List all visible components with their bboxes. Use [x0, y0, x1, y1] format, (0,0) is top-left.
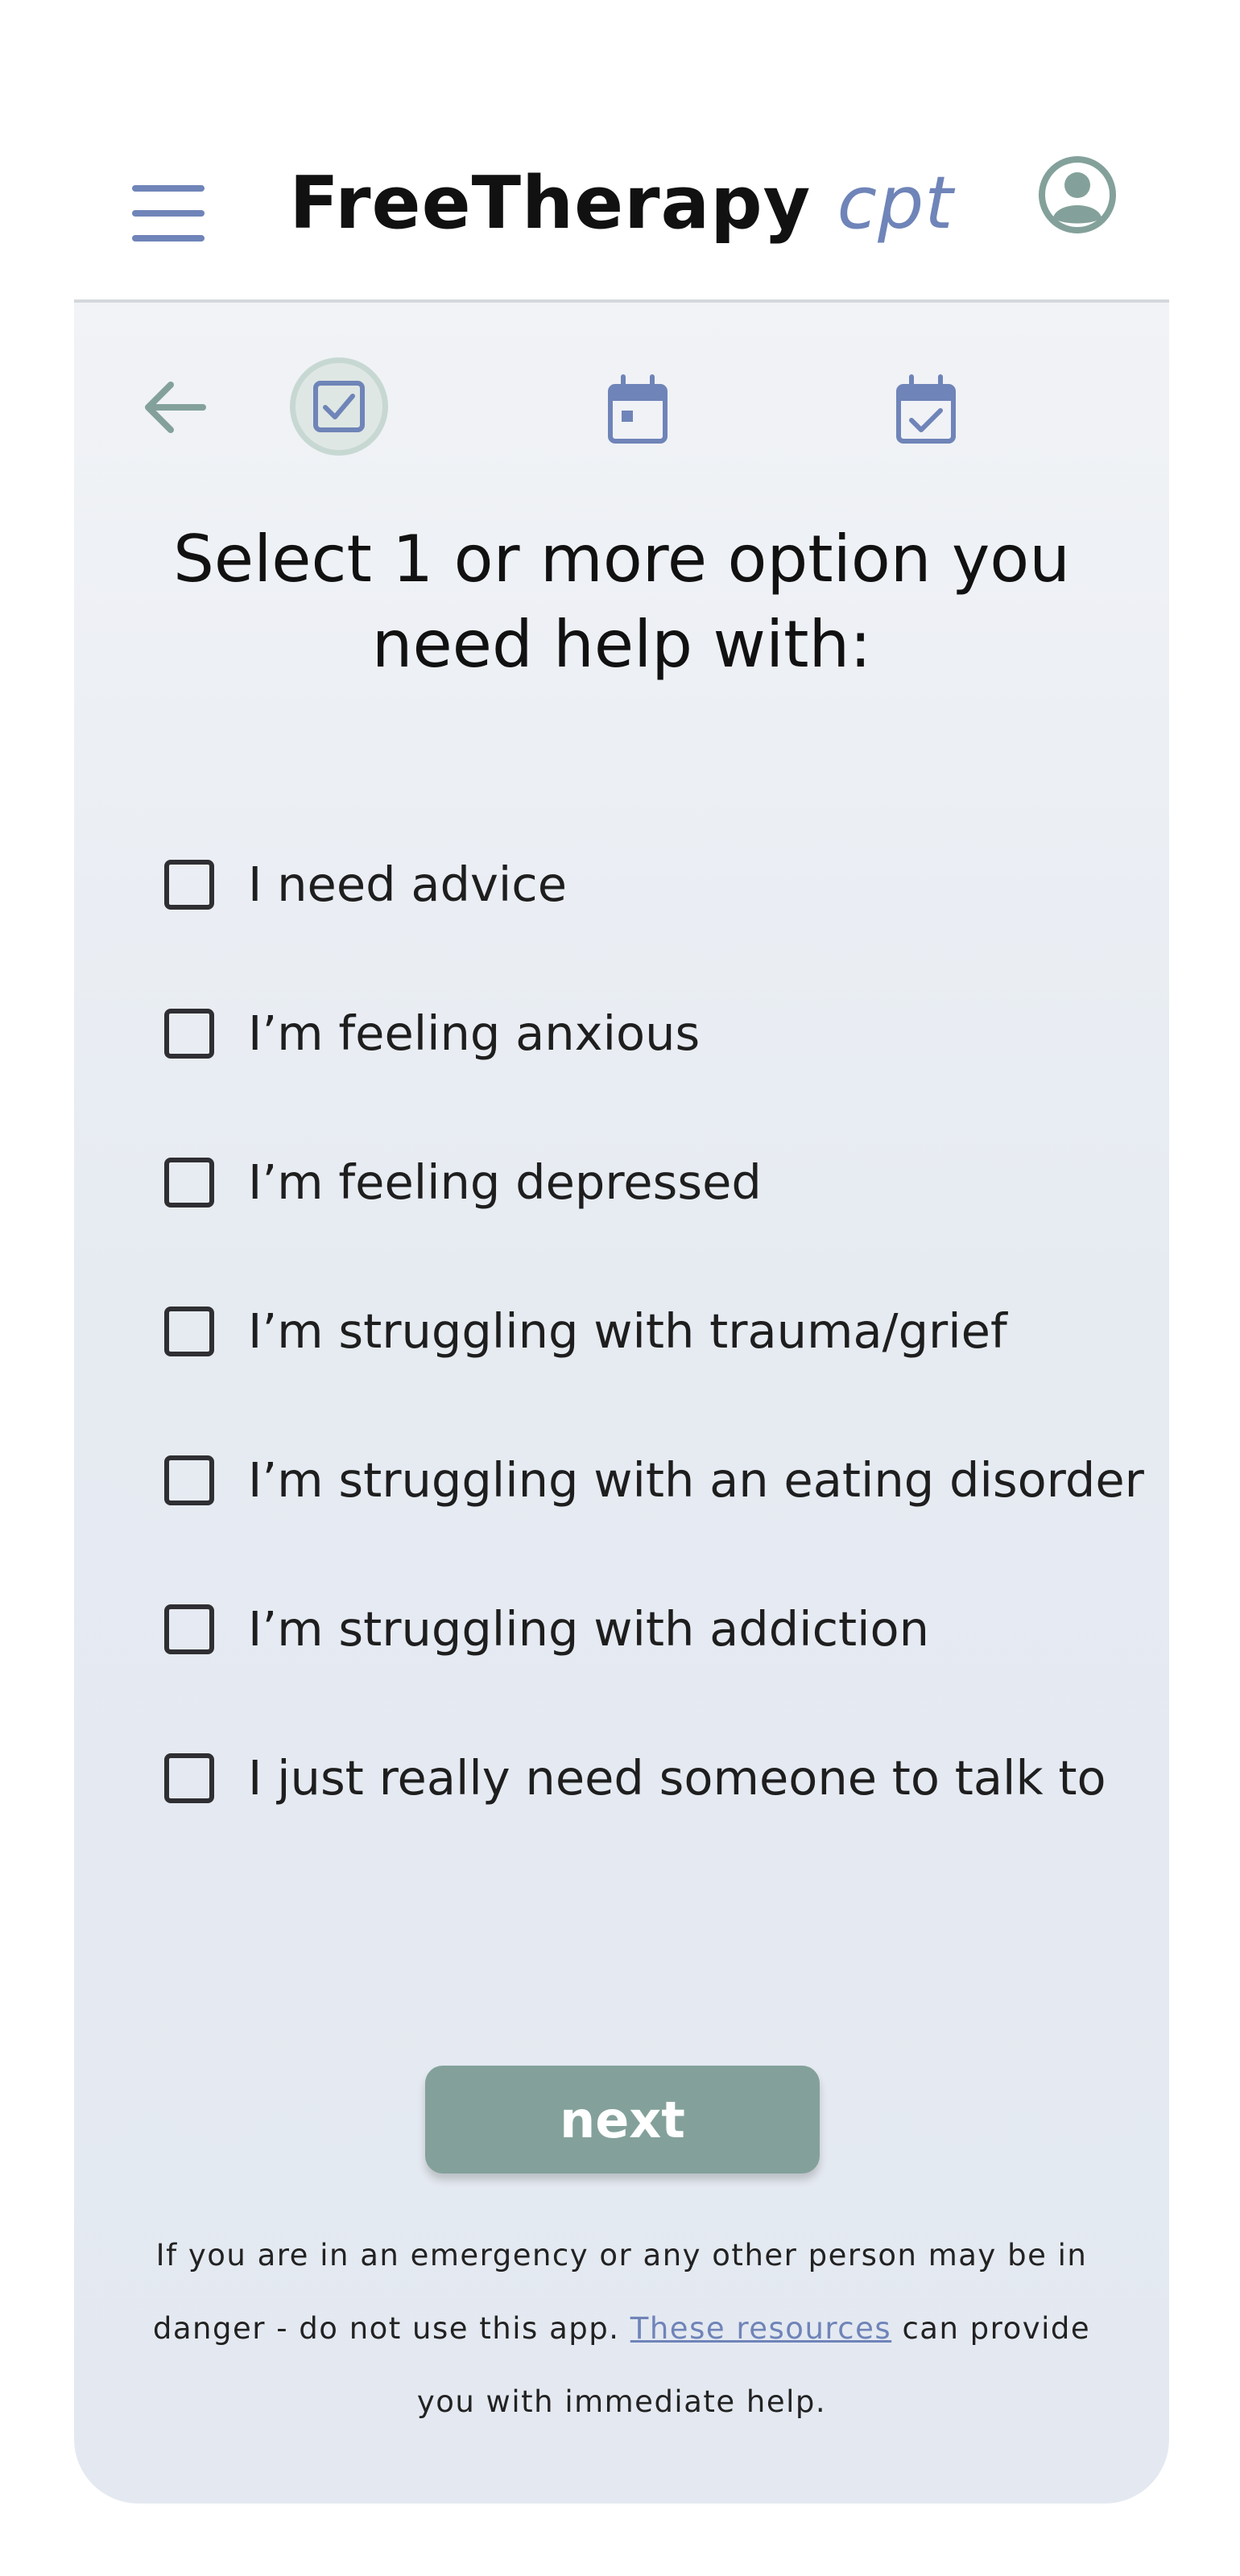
checkbox[interactable]: [164, 859, 214, 910]
checkbox-checked-icon: [313, 381, 365, 432]
resources-link[interactable]: These resources: [630, 2311, 891, 2346]
checkbox[interactable]: [164, 1157, 214, 1208]
option-addiction[interactable]: I’m struggling with addiction: [164, 1554, 1130, 1703]
calendar-check-icon: [896, 374, 956, 444]
profile-button[interactable]: [1037, 155, 1118, 235]
option-label: I’m feeling depressed: [248, 1154, 762, 1210]
question-line-2: need help with:: [371, 607, 872, 682]
step-3-indicator[interactable]: [894, 374, 958, 446]
checkbox[interactable]: [164, 1604, 214, 1654]
user-circle-icon: [1039, 156, 1116, 233]
option-someone-to-talk-to[interactable]: I just really need someone to talk to: [164, 1703, 1130, 1852]
app-title-main: FreeTherapy: [289, 161, 812, 246]
option-trauma-grief[interactable]: I’m struggling with trauma/grief: [164, 1257, 1130, 1406]
arrow-left-icon: [145, 382, 206, 433]
option-label: I’m struggling with addiction: [248, 1601, 930, 1657]
emergency-disclaimer: If you are in an emergency or any other …: [138, 2219, 1105, 2438]
checkbox[interactable]: [164, 1008, 214, 1059]
question-heading: Select 1 or more option you need help wi…: [74, 517, 1169, 687]
option-feeling-depressed[interactable]: I’m feeling depressed: [164, 1108, 1130, 1257]
checkbox[interactable]: [164, 1455, 214, 1505]
next-button[interactable]: next: [425, 2066, 820, 2174]
checkbox[interactable]: [164, 1752, 214, 1803]
calendar-icon: [608, 374, 668, 444]
step-2-indicator[interactable]: [606, 374, 670, 446]
option-label: I need advice: [248, 857, 568, 912]
app-title-suffix: cpt: [837, 161, 954, 246]
options-list: I need advice I’m feeling anxious I’m fe…: [164, 810, 1144, 1852]
step-1-indicator[interactable]: [290, 357, 388, 456]
option-label: I’m struggling with an eating disorder: [248, 1452, 1144, 1508]
step-progress-bar: [74, 351, 1169, 464]
option-label: I’m struggling with trauma/grief: [248, 1303, 1007, 1359]
checkbox[interactable]: [164, 1306, 214, 1356]
option-eating-disorder[interactable]: I’m struggling with an eating disorder: [164, 1406, 1144, 1554]
app-header: FreeTherapy cpt: [74, 129, 1169, 298]
option-need-advice[interactable]: I need advice: [164, 810, 1130, 959]
option-feeling-anxious[interactable]: I’m feeling anxious: [164, 959, 1130, 1108]
option-label: I just really need someone to talk to: [248, 1750, 1106, 1806]
question-line-1: Select 1 or more option you: [173, 522, 1070, 597]
app-title: FreeTherapy cpt: [74, 161, 1169, 246]
back-button[interactable]: [138, 375, 211, 440]
option-label: I’m feeling anxious: [248, 1005, 701, 1061]
main-card: Select 1 or more option you need help wi…: [74, 303, 1169, 2504]
